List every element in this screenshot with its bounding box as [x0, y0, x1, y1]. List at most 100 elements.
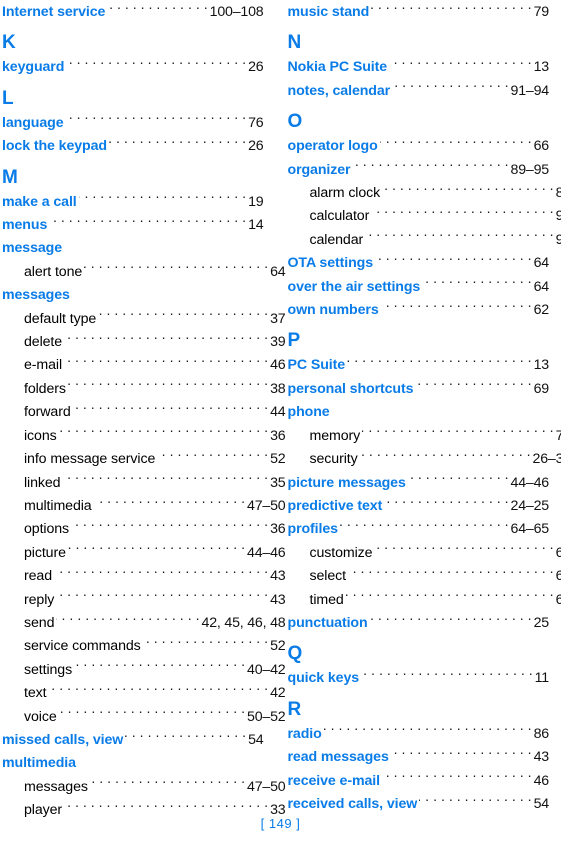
index-entry-pages: 66 — [533, 138, 549, 155]
index-letter-heading-k: K — [2, 32, 16, 54]
index-entry-term: messages — [24, 778, 88, 795]
index-entry[interactable]: calculator 94 — [288, 204, 561, 227]
index-entry[interactable]: folders38 — [2, 377, 286, 400]
index-entry[interactable]: PC Suite 13 — [288, 353, 550, 376]
index-entry[interactable]: radio 86 — [288, 722, 550, 745]
index-entry-term: messages — [2, 287, 70, 304]
index-entry-pages: 100–108 — [209, 4, 264, 20]
index-entry-pages: 42, 45, 46, 48 — [201, 614, 286, 631]
dot-leader — [375, 251, 532, 267]
index-entry-term: operator logo — [287, 138, 378, 155]
index-entry[interactable]: keyguard 26 — [2, 55, 264, 78]
index-entry[interactable]: icons36 — [2, 424, 286, 447]
index-entry[interactable]: linked35 — [2, 471, 286, 494]
index-entry[interactable]: phone — [288, 400, 550, 423]
dot-leader — [71, 517, 268, 533]
index-entry[interactable]: menus 14 — [2, 213, 264, 236]
dot-leader — [90, 775, 245, 791]
index-entry[interactable]: lock the keypad 26 — [2, 134, 264, 157]
dot-leader — [422, 275, 531, 291]
index-entry[interactable]: default type37 — [2, 307, 286, 330]
index-entry-pages: 65 — [555, 591, 561, 608]
index-entry[interactable]: delete39 — [2, 330, 286, 353]
index-entry[interactable]: multimedia47–50 — [2, 494, 286, 517]
index-entry-pages: 43 — [533, 749, 549, 766]
index-entry-term: received calls, view — [287, 795, 418, 812]
index-entry-term: personal shortcuts — [287, 380, 414, 397]
index-column-left: Internet service 100–108 Kkeyguard 26 Llangu… — [0, 0, 286, 818]
index-entry[interactable]: language 76 — [2, 111, 264, 134]
index-entry[interactable]: quick keys 11 — [288, 666, 550, 689]
index-entry[interactable]: forward44 — [2, 400, 286, 423]
index-entry[interactable]: received calls, view 54 — [288, 792, 550, 815]
index-entry[interactable]: over the air settings 64 — [288, 275, 550, 298]
index-entry-pages: 46 — [533, 772, 549, 789]
index-entry-pages: 89–95 — [510, 161, 549, 178]
index-entry[interactable]: messages — [2, 283, 264, 306]
index-entry[interactable]: memory 76 — [288, 424, 561, 447]
index-entry-term: Internet service — [2, 4, 106, 20]
index-page: Internet service 100–108 Kkeyguard 26 Llangu… — [0, 0, 561, 841]
index-entry[interactable]: text42 — [2, 681, 286, 704]
index-entry[interactable]: own numbers 62 — [288, 298, 550, 321]
index-entry-term: picture — [24, 544, 66, 561]
index-entry[interactable]: voice50–52 — [2, 705, 286, 728]
index-entry-term: timed — [309, 591, 344, 608]
index-entry[interactable]: Nokia PC Suite 13 — [288, 55, 550, 78]
index-entry-term: calendar — [309, 231, 364, 248]
index-entry[interactable]: picture messages 44–46 — [288, 471, 550, 494]
index-entry[interactable]: read messages 43 — [288, 745, 550, 768]
index-entry[interactable]: read43 — [2, 564, 286, 587]
dot-leader — [384, 494, 508, 510]
dot-leader — [365, 228, 553, 244]
index-entry[interactable]: organizer 89–95 — [288, 158, 550, 181]
index-column-right: music stand 79 N Nokia PC Suite 13 notes, cal… — [281, 0, 561, 812]
index-entry[interactable]: customize 64 — [288, 541, 561, 564]
index-entry[interactable]: make a call 19 — [2, 190, 264, 213]
index-entry[interactable]: multimedia — [2, 751, 264, 774]
index-entry[interactable]: Internet service 100–108 — [2, 0, 264, 23]
index-entry[interactable]: picture44–46 — [2, 541, 286, 564]
index-entry[interactable]: operator logo 66 — [288, 134, 550, 157]
index-entry[interactable]: missed calls, view 54 — [2, 728, 264, 751]
index-entry[interactable]: e-mail46 — [2, 353, 286, 376]
index-entry[interactable]: info message service52 — [2, 447, 286, 470]
index-entry[interactable]: alarm clock 89 — [288, 181, 561, 204]
dot-leader — [64, 330, 268, 346]
dot-leader — [73, 400, 269, 416]
index-entry[interactable]: service commands52 — [2, 634, 286, 657]
index-columns: Internet service 100–108 Kkeyguard 26 Llangu… — [0, 0, 561, 818]
dot-leader — [324, 722, 532, 738]
dot-leader — [62, 471, 268, 487]
index-entry[interactable]: OTA settings 64 — [288, 251, 550, 274]
index-entry[interactable]: music stand 79 — [288, 0, 550, 23]
index-entry[interactable]: reply43 — [2, 588, 286, 611]
index-entry[interactable]: notes, calendar 91–94 — [288, 79, 550, 102]
index-entry-term: select — [309, 568, 347, 585]
index-entry[interactable]: personal shortcuts 69 — [288, 377, 550, 400]
index-entry[interactable]: receive e-mail 46 — [288, 769, 550, 792]
index-entry[interactable]: send 42, 45, 46, 48 — [2, 611, 286, 634]
index-entry[interactable]: predictive text 24–25 — [288, 494, 550, 517]
index-entry-pages: 62 — [533, 302, 549, 319]
index-entry[interactable]: select 64 — [288, 564, 561, 587]
index-entry-term: forward — [24, 404, 71, 421]
index-entry[interactable]: options36 — [2, 517, 286, 540]
index-entry-pages: 19 — [248, 193, 264, 210]
index-entry[interactable]: settings40–42 — [2, 658, 286, 681]
index-entry[interactable]: security 26–32 — [288, 447, 561, 470]
index-entry[interactable]: message — [2, 236, 264, 259]
index-entry[interactable]: calendar 90 — [288, 228, 561, 251]
index-entry-term: default type — [24, 310, 97, 327]
dot-leader — [109, 134, 246, 150]
index-entry[interactable]: profiles 64–65 — [288, 517, 550, 540]
index-entry[interactable]: punctuation 25 — [288, 611, 550, 634]
dot-leader — [78, 751, 262, 767]
index-entry[interactable]: messages47–50 — [2, 775, 286, 798]
index-letter-heading-o: O — [287, 111, 303, 133]
index-entry-pages: 79 — [533, 4, 549, 20]
dot-leader — [56, 588, 268, 604]
index-entry[interactable]: alert tone64 — [2, 260, 286, 283]
dot-leader — [64, 353, 268, 369]
index-entry[interactable]: timed 65 — [288, 588, 561, 611]
